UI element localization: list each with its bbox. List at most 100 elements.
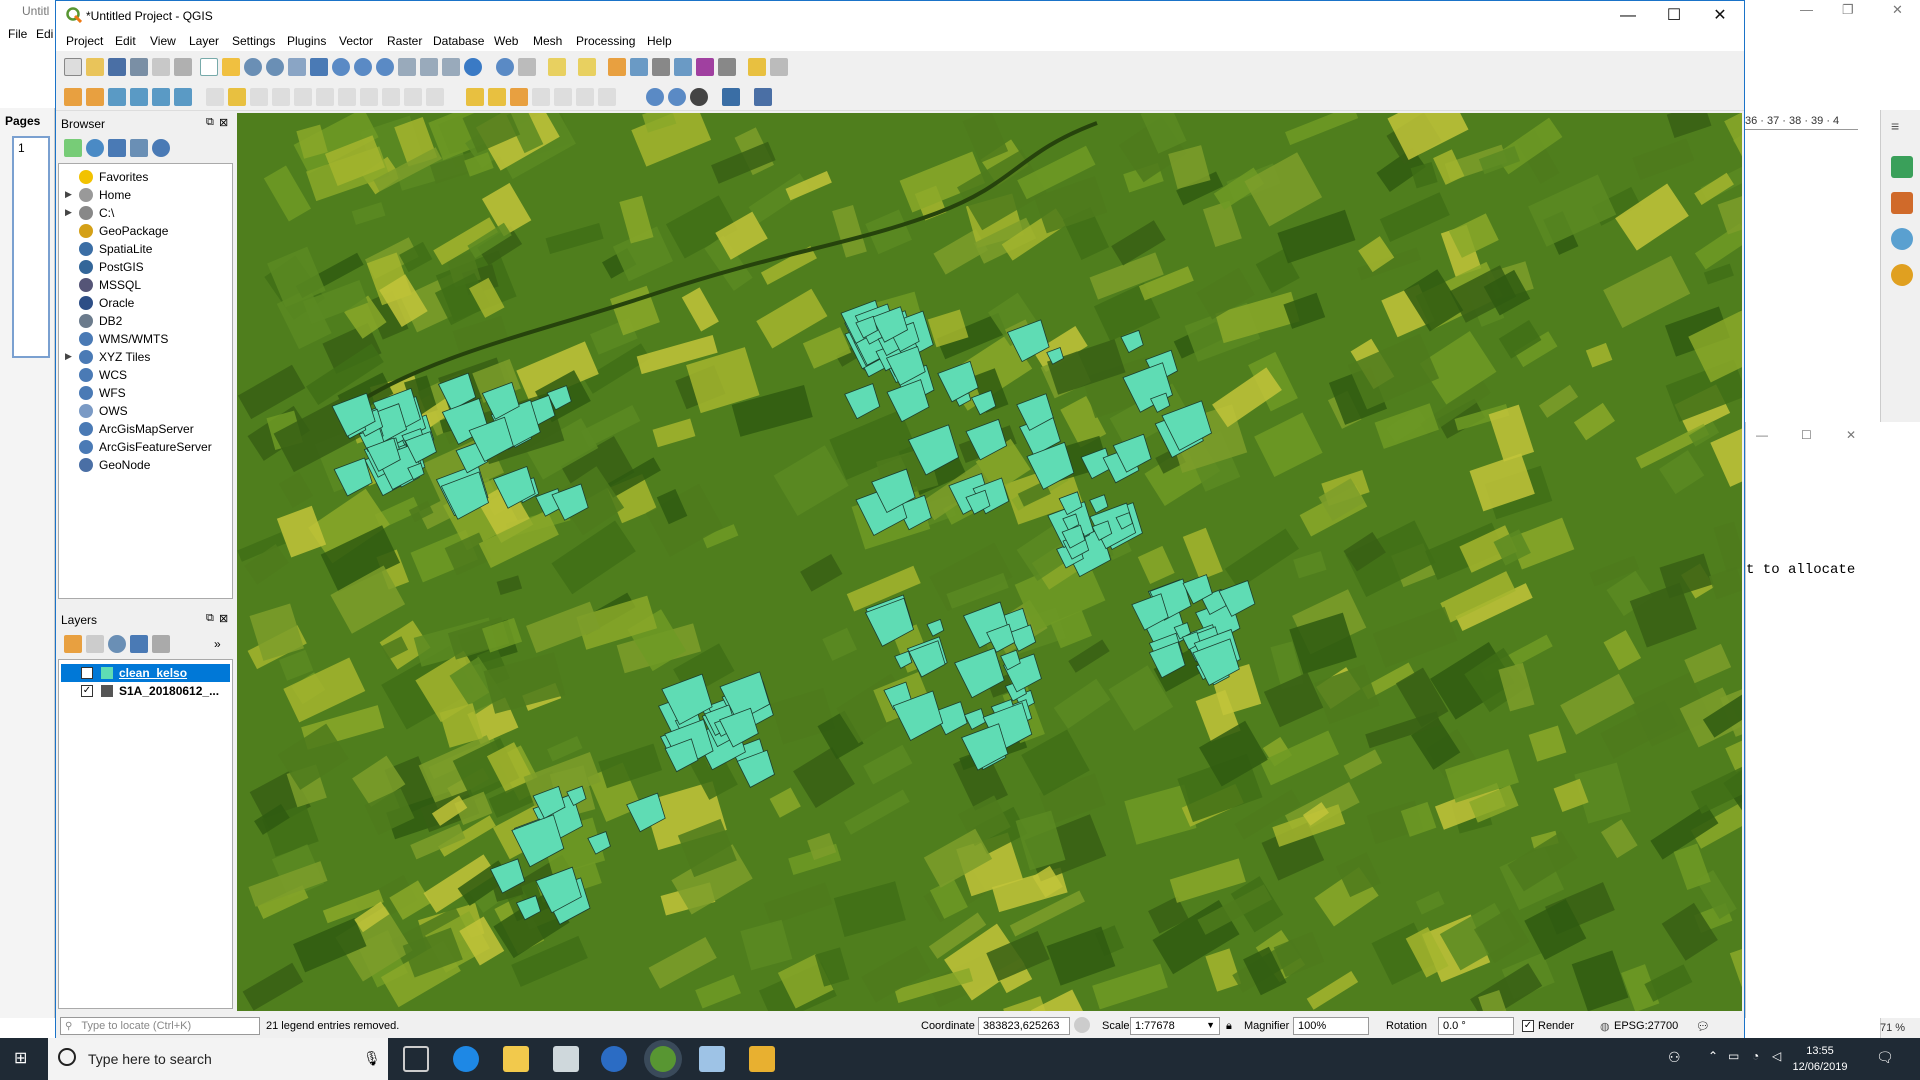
app-icon-3[interactable] bbox=[1891, 228, 1913, 250]
close-button[interactable]: ✕ bbox=[1698, 5, 1742, 27]
menu-icon[interactable]: ≡ bbox=[1891, 118, 1909, 136]
paste-icon[interactable] bbox=[382, 88, 400, 106]
taskbar-search[interactable]: Type here to search 🎙︎ bbox=[48, 1038, 388, 1080]
dialog-maximize-button[interactable]: ☐ bbox=[1801, 428, 1812, 442]
current-edits-icon[interactable] bbox=[206, 88, 224, 106]
background-close-button[interactable]: ✕ bbox=[1892, 2, 1903, 18]
dialog-minimize-button[interactable]: — bbox=[1756, 428, 1768, 442]
collapse-all-icon[interactable] bbox=[130, 139, 148, 157]
layers-close-button[interactable]: ⊠ bbox=[219, 612, 228, 625]
battery-icon[interactable]: ▭ bbox=[1728, 1049, 1739, 1063]
statistics-icon[interactable] bbox=[696, 58, 714, 76]
r-app-icon[interactable] bbox=[601, 1046, 627, 1072]
add-wms-icon[interactable] bbox=[174, 88, 192, 106]
menu-view[interactable]: View bbox=[150, 34, 176, 48]
background-menu-file[interactable]: File bbox=[8, 27, 27, 41]
app-taskbar-icon[interactable] bbox=[699, 1046, 725, 1072]
map-canvas[interactable] bbox=[237, 113, 1742, 1011]
scale-combobox[interactable]: 1:77678 ▼ bbox=[1130, 1017, 1220, 1035]
add-vector-layer-icon[interactable] bbox=[108, 88, 126, 106]
filter-browser-icon[interactable] bbox=[108, 139, 126, 157]
background-restore-button[interactable]: ❐ bbox=[1842, 2, 1854, 18]
messages-icon[interactable]: 💬︎ bbox=[1696, 1020, 1710, 1033]
zoom-last-icon[interactable] bbox=[398, 58, 416, 76]
zoom-in-icon[interactable] bbox=[244, 58, 262, 76]
clock[interactable]: 13:55 12/06/2019 bbox=[1780, 1043, 1860, 1075]
locator-search[interactable]: ⚲ Type to locate (Ctrl+K) bbox=[60, 1017, 260, 1035]
attribute-table-icon[interactable] bbox=[630, 58, 648, 76]
cut-icon[interactable] bbox=[338, 88, 356, 106]
layout-manager-icon[interactable] bbox=[174, 58, 192, 76]
page-thumbnail[interactable]: 1 bbox=[12, 136, 50, 358]
menu-mesh[interactable]: Mesh bbox=[533, 34, 562, 48]
rotate-label-icon[interactable] bbox=[554, 88, 572, 106]
add-feature-icon[interactable] bbox=[272, 88, 290, 106]
python-console-icon[interactable] bbox=[722, 88, 740, 106]
zoom-out-icon[interactable] bbox=[266, 58, 284, 76]
save-project-icon[interactable] bbox=[108, 58, 126, 76]
copy-icon[interactable] bbox=[360, 88, 378, 106]
background-minimize-button[interactable]: — bbox=[1800, 2, 1813, 17]
dialog-close-button[interactable]: ✕ bbox=[1846, 428, 1856, 442]
move-label-icon[interactable] bbox=[532, 88, 550, 106]
layer-row[interactable]: ✓ clean_kelso bbox=[61, 664, 230, 682]
undo-icon[interactable] bbox=[404, 88, 422, 106]
menu-raster[interactable]: Raster bbox=[387, 34, 422, 48]
toggle-extents-icon[interactable] bbox=[1074, 1017, 1090, 1033]
menu-help[interactable]: Help bbox=[647, 34, 672, 48]
layer-row[interactable]: ✓ S1A_20180612_... bbox=[61, 682, 230, 700]
menu-vector[interactable]: Vector bbox=[339, 34, 373, 48]
refresh-icon[interactable] bbox=[464, 58, 482, 76]
text-annotation-icon[interactable] bbox=[770, 58, 788, 76]
render-checkbox[interactable]: ✓ bbox=[1522, 1020, 1534, 1032]
expand-arrow-icon[interactable]: ▶ bbox=[65, 207, 72, 218]
background-menu-edit[interactable]: Edi bbox=[36, 27, 53, 41]
menu-project[interactable]: Project bbox=[66, 34, 103, 48]
zoom-to-selection-icon[interactable] bbox=[332, 58, 350, 76]
menu-plugins[interactable]: Plugins bbox=[287, 34, 326, 48]
add-raster-layer-icon[interactable] bbox=[130, 88, 148, 106]
pin-labels-icon[interactable] bbox=[488, 88, 506, 106]
pan-icon[interactable] bbox=[200, 58, 218, 76]
plugin-icon[interactable] bbox=[754, 88, 772, 106]
select-features-icon[interactable] bbox=[548, 58, 566, 76]
metasearch-icon[interactable] bbox=[646, 88, 664, 106]
layer-visibility-checkbox[interactable]: ✓ bbox=[81, 685, 93, 697]
windows-start-icon[interactable]: ⊞ bbox=[14, 1050, 32, 1068]
menu-web[interactable]: Web bbox=[494, 34, 518, 48]
new-project-icon[interactable] bbox=[64, 58, 82, 76]
people-icon[interactable]: ⚇ bbox=[1668, 1049, 1681, 1066]
change-label-icon[interactable] bbox=[576, 88, 594, 106]
minimize-button[interactable]: — bbox=[1606, 5, 1650, 27]
menu-settings[interactable]: Settings bbox=[232, 34, 275, 48]
pan-to-selection-icon[interactable] bbox=[222, 58, 240, 76]
field-calculator-icon[interactable] bbox=[652, 58, 670, 76]
crs-button[interactable]: EPSG:27700 bbox=[1614, 1020, 1678, 1032]
expand-arrow-icon[interactable]: ▶ bbox=[65, 189, 72, 200]
open-project-icon[interactable] bbox=[86, 58, 104, 76]
task-view-icon[interactable] bbox=[403, 1046, 429, 1072]
zoom-native-icon[interactable] bbox=[376, 58, 394, 76]
save-as-icon[interactable] bbox=[130, 58, 148, 76]
menu-processing[interactable]: Processing bbox=[576, 34, 635, 48]
vertex-tool-icon[interactable] bbox=[294, 88, 312, 106]
deselect-icon[interactable] bbox=[608, 58, 626, 76]
toggle-editing-icon[interactable] bbox=[228, 88, 246, 106]
select-by-value-icon[interactable] bbox=[578, 58, 596, 76]
expand-arrow-icon[interactable]: ▶ bbox=[65, 351, 72, 362]
qgis-taskbar-icon[interactable] bbox=[650, 1046, 676, 1072]
style-layer-icon[interactable] bbox=[64, 635, 82, 653]
show-labels-icon[interactable] bbox=[510, 88, 528, 106]
coordinate-field[interactable]: 383823,625263 bbox=[978, 1017, 1070, 1035]
label-properties-icon[interactable] bbox=[598, 88, 616, 106]
compass-icon[interactable] bbox=[1891, 264, 1913, 286]
identify-icon[interactable] bbox=[496, 58, 514, 76]
menu-database[interactable]: Database bbox=[433, 34, 484, 48]
microphone-icon[interactable]: 🎙︎ bbox=[363, 1050, 381, 1067]
menu-layer[interactable]: Layer bbox=[189, 34, 219, 48]
filter-legend-icon[interactable] bbox=[130, 635, 148, 653]
processing-toolbox-icon[interactable] bbox=[674, 58, 692, 76]
new-geopackage-icon[interactable] bbox=[86, 88, 104, 106]
lock-icon[interactable]: 🔒︎ bbox=[1226, 1020, 1232, 1033]
label-icon[interactable] bbox=[466, 88, 484, 106]
